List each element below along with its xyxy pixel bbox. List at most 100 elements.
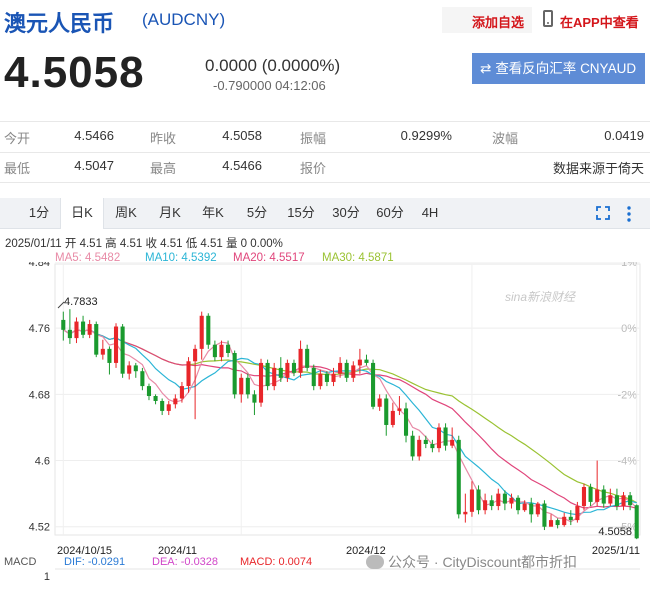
candle-body	[529, 503, 534, 515]
candle-body	[575, 506, 580, 521]
candle-body	[318, 373, 323, 387]
candle-body	[199, 315, 204, 349]
more-options-icon[interactable]	[626, 205, 632, 223]
candle-body	[614, 495, 619, 507]
candle-body	[338, 362, 343, 374]
candle-body	[232, 353, 237, 395]
sina-watermark: sina新浪财经	[505, 290, 576, 304]
candle-body	[186, 361, 191, 387]
candle-body	[423, 439, 428, 444]
candle-body	[601, 489, 606, 504]
ma30-line	[62, 329, 637, 504]
current-price: 4.5058	[4, 48, 145, 97]
candle-body	[436, 427, 442, 449]
stat-label-quote: 报价	[300, 161, 327, 176]
pair-title: 澳元人民币	[4, 11, 115, 36]
tab-5min[interactable]: 5分	[240, 198, 274, 228]
candle-body	[166, 404, 171, 411]
candle-body	[397, 408, 402, 411]
candle-body	[265, 362, 270, 387]
tab-day-k[interactable]: 日K	[60, 198, 104, 229]
stat-label-low: 最低	[4, 161, 31, 176]
view-in-app-link[interactable]: 在APP中查看	[560, 12, 639, 31]
pct-tick-label: 0%	[621, 323, 637, 335]
candle-body	[311, 367, 316, 387]
candle-body	[226, 344, 231, 353]
candle-body	[568, 516, 573, 521]
candle-body	[509, 497, 514, 504]
stat-value-high: 4.5466	[222, 158, 262, 173]
pair-code: (AUDCNY)	[142, 10, 226, 29]
y-tick-label: 4.6	[35, 456, 50, 468]
candle-body	[403, 408, 409, 436]
candle-body	[173, 398, 178, 405]
candle-body	[496, 493, 501, 507]
pct-tick-label: -4%	[617, 456, 637, 468]
candle-body	[179, 386, 184, 399]
price-change: 0.0000 (0.0000%)	[205, 56, 341, 75]
candle-body	[298, 348, 303, 373]
reverse-rate-button[interactable]: ⇄ 查看反向汇率 CNYAUD	[472, 53, 645, 84]
candle-body	[542, 503, 547, 527]
candle-body	[555, 520, 560, 526]
candle-body	[621, 495, 626, 507]
candle-body	[417, 439, 422, 457]
kline-svg: 4.84 1%4.76 0%4.68 -2%4.6 -4%4.52 -5%4.78334.…	[4, 257, 641, 583]
candle-body	[291, 362, 297, 373]
tab-30min[interactable]: 30分	[327, 198, 365, 228]
candle-body	[107, 348, 112, 363]
fullscreen-icon[interactable]	[596, 206, 610, 220]
tab-60min[interactable]: 60分	[371, 198, 409, 228]
candle-body	[94, 324, 99, 355]
candle-body	[344, 362, 349, 378]
candle-body	[245, 377, 250, 395]
stat-label-prevclose: 昨收	[150, 131, 177, 146]
y-tick-label: 4.52	[29, 522, 50, 534]
stat-value-range: 0.0419	[604, 128, 644, 143]
tab-15min[interactable]: 15分	[282, 198, 320, 228]
candle-body	[67, 329, 72, 339]
candle-body	[430, 444, 435, 449]
tab-4h[interactable]: 4H	[414, 198, 446, 228]
candle-body	[324, 373, 329, 382]
candle-body	[100, 348, 105, 355]
candle-body	[133, 365, 138, 372]
candle-body	[140, 371, 145, 387]
reverse-rate-label: 查看反向汇率 CNYAUD	[495, 61, 637, 76]
stat-label-open: 今开	[4, 131, 31, 146]
candle-body	[219, 344, 224, 358]
candle-body	[357, 359, 362, 366]
candle-body	[371, 362, 376, 407]
add-favorite-button[interactable]: 添加自选	[442, 7, 532, 33]
candle-body	[81, 321, 86, 335]
ma20-line	[62, 329, 637, 509]
candle-body	[331, 373, 336, 382]
candle-body	[595, 489, 600, 502]
tab-year-k[interactable]: 年K	[193, 198, 233, 228]
phone-icon[interactable]	[543, 10, 553, 27]
kline-chart[interactable]: 4.84 1% 4.76 0% 4.68 -2% 4.6 -4% 4.52 -5% 4.7833 4.…	[0, 257, 650, 587]
candle-body	[206, 315, 211, 345]
tab-month-k[interactable]: 月K	[150, 198, 190, 228]
macd-axis-label: 1	[44, 571, 50, 583]
candle-body	[483, 500, 488, 511]
candle-body	[160, 400, 165, 411]
candle-body	[377, 398, 382, 407]
candle-body	[193, 348, 198, 362]
tab-week-k[interactable]: 周K	[106, 198, 146, 228]
candle-body	[239, 377, 244, 395]
ohlc-info: 2025/01/11 开 4.51 高 4.51 收 4.51 低 4.51 量…	[5, 238, 283, 250]
candle-body	[351, 365, 356, 378]
stat-label-high: 最高	[150, 161, 177, 176]
candle-body	[120, 326, 125, 374]
tab-1min[interactable]: 1分	[20, 198, 58, 228]
candle-body	[562, 516, 567, 526]
candle-body	[476, 489, 481, 511]
ma5-line	[62, 329, 638, 523]
stat-value-low: 4.5047	[74, 158, 114, 173]
y-tick-label: 4.68	[29, 389, 50, 401]
candle-body	[272, 367, 277, 387]
pct-tick-label: -2%	[617, 389, 637, 401]
stats-row: 今开 4.5466 昨收 4.5058 振幅 0.9299% 波幅 0.0419	[0, 121, 650, 153]
price-sub-info: -0.790000 04:12:06	[213, 78, 326, 93]
